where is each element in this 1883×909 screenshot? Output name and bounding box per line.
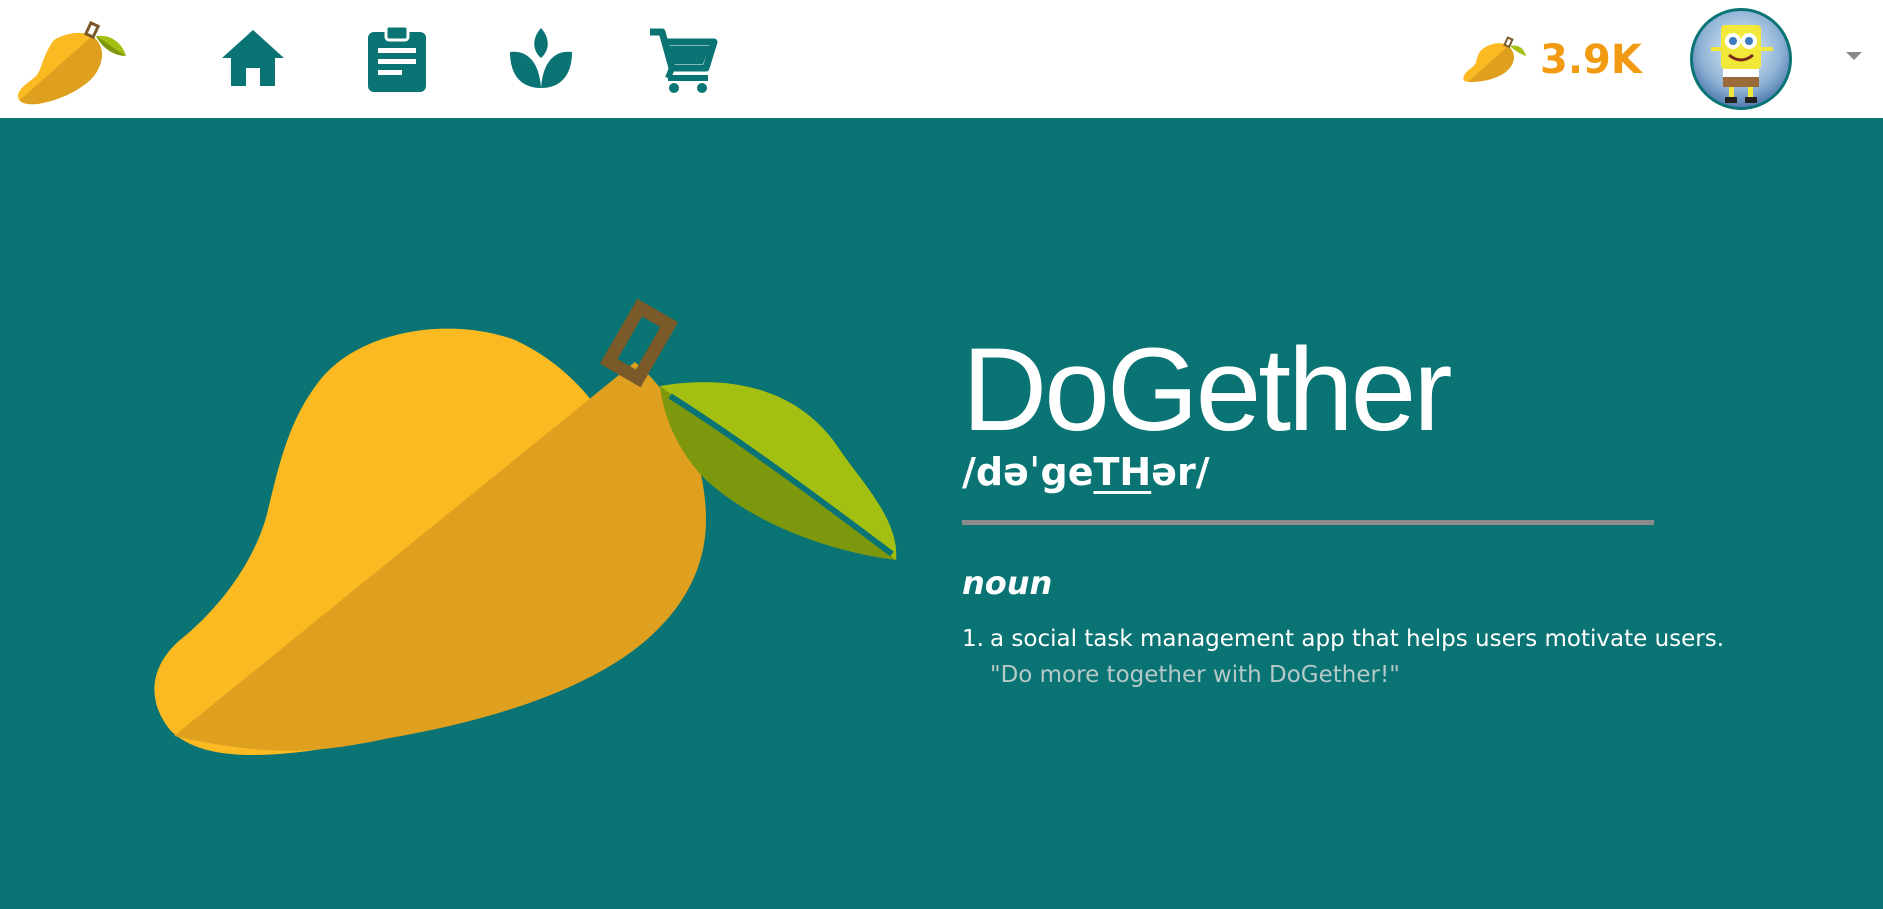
definition-item: 1. a social task management app that help… [962,625,1724,653]
mango-illustration [154,298,897,756]
sprout-icon[interactable] [506,24,576,94]
part-of-speech: noun [962,564,1053,602]
top-navbar: 3.9K [0,0,1883,118]
user-avatar[interactable] [1690,8,1792,110]
definition-meaning: a social task management app that helps … [990,626,1725,652]
clipboard-icon[interactable] [362,24,432,94]
coin-count: 3.9K [1540,37,1642,83]
caret-down-icon[interactable] [1846,52,1862,60]
definition-example: "Do more together with DoGether!" [990,662,1400,688]
cart-icon[interactable] [648,24,718,94]
definition-number: 1. [962,626,984,652]
mango-logo-icon[interactable] [14,18,136,106]
phonetic-end: ər/ [1151,450,1210,494]
coin-balance: 3.9K [1462,26,1642,94]
dictionary-definition: DoGether /dəˈgeTHər/ noun 1. a social tas… [962,324,1724,689]
phonetic-start: /dəˈge [962,450,1094,494]
phonetic-spelling: /dəˈgeTHər/ [962,450,1662,494]
sponge-character-icon [1693,11,1789,107]
mango-coin-icon [1463,36,1526,82]
phonetic-underlined: TH [1093,450,1152,494]
page-title: DoGether [962,324,1453,456]
home-icon[interactable] [218,24,288,94]
divider [962,520,1654,525]
